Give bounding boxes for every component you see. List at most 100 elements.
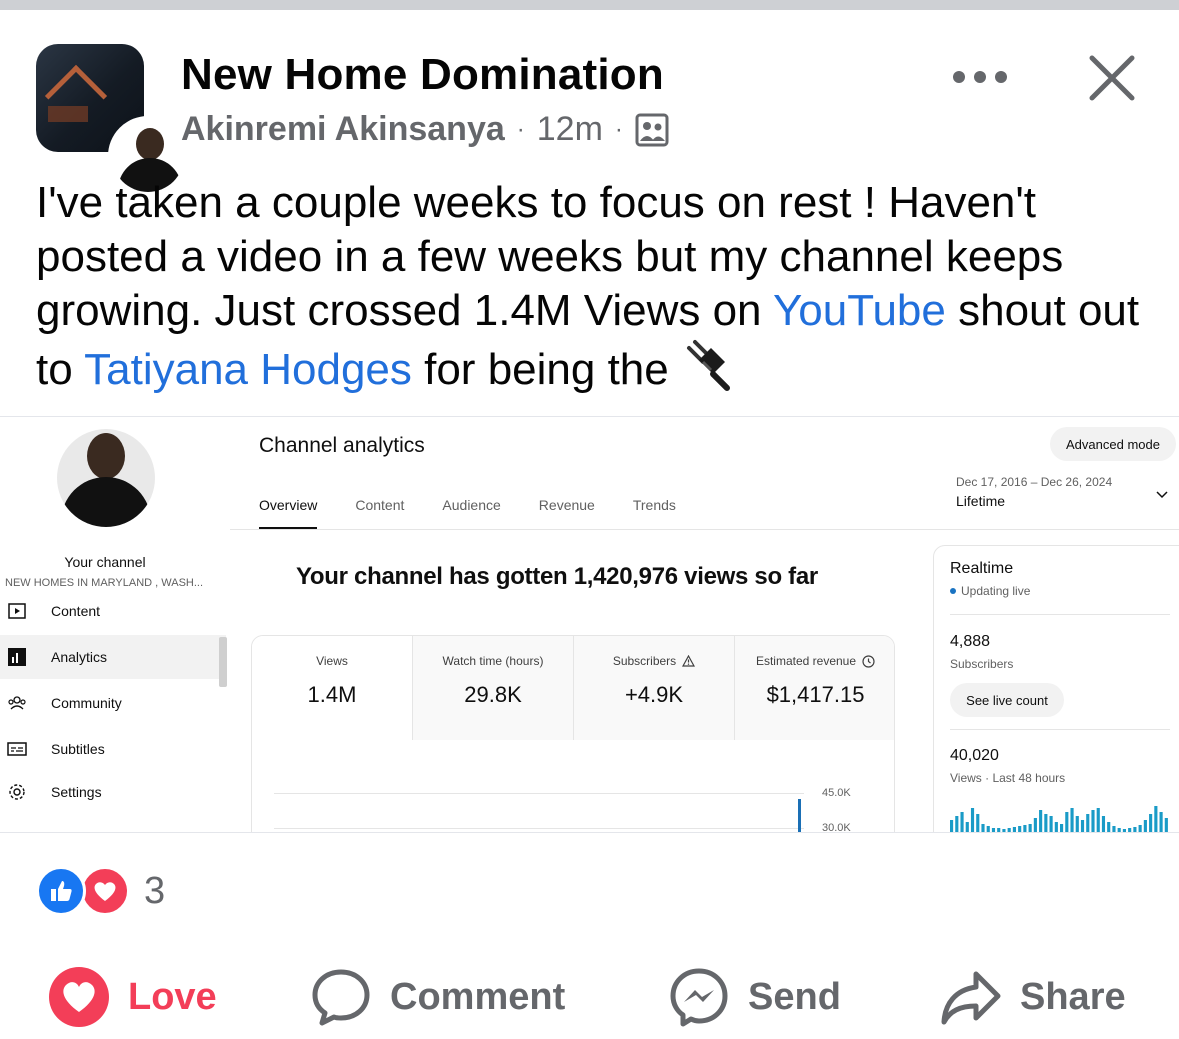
attached-screenshot-image[interactable]: Your channel NEW HOMES IN MARYLAND , WAS… [0,416,1179,833]
sidebar-item-content: Content [0,589,226,633]
realtime-bar [960,812,964,832]
realtime-bar [1070,808,1074,832]
reaction-summary[interactable]: 3 [36,866,165,916]
sidebar-item-label: Analytics [51,649,108,665]
realtime-bar [1012,827,1016,832]
metric-value: +4.9K [624,682,684,707]
realtime-bar [1080,820,1085,832]
live-dot-icon [950,588,956,594]
advanced-mode-button: Advanced mode [1050,427,1176,461]
realtime-bar [1075,816,1079,832]
post-text-part: for being the [411,345,681,394]
realtime-bar [1117,828,1121,832]
content-icon [8,603,26,619]
clock-icon [862,654,875,668]
realtime-bar [950,820,954,832]
chart-axis-label: 30.0K [822,822,851,833]
see-live-count-button: See live count [950,683,1064,717]
gear-icon [9,784,25,800]
realtime-bar [1028,824,1032,832]
realtime-bar [981,824,985,832]
heart-icon [49,967,109,1027]
comment-label: Comment [390,975,566,1018]
realtime-bar [1086,814,1090,832]
comment-button[interactable]: Comment [310,964,565,1030]
author-name-link[interactable]: Akinremi Akinsanya [181,110,505,149]
realtime-bar [1023,825,1027,832]
youtube-link[interactable]: YouTube [773,286,946,335]
metric-value: $1,417.15 [766,682,865,707]
channel-subtitle: NEW HOMES IN MARYLAND , WASH... [5,577,204,589]
post-avatar-group[interactable] [36,44,188,196]
realtime-divider [950,614,1170,615]
realtime-views-bar-chart [950,806,1168,832]
post-timestamp[interactable]: 12m [537,110,603,149]
realtime-views-label: Views · Last 48 hours [950,771,1066,785]
tagged-person-link[interactable]: Tatiyana Hodges [84,345,412,394]
reaction-count: 3 [144,869,166,912]
metric-subscribers: Subscribers +4.9K [574,636,735,740]
sidebar-item-label: Content [51,603,101,619]
realtime-bar [1133,827,1137,832]
realtime-title: Realtime [950,560,1014,577]
post-meta: Akinremi Akinsanya · 12m · [181,110,669,149]
analytics-icon [8,648,26,666]
sidebar-item-subtitles: Subtitles [0,727,226,771]
metric-value: 29.8K [464,682,522,707]
page-name-link[interactable]: New Home Domination [181,50,664,100]
post-body: I've taken a couple weeks to focus on re… [36,176,1146,397]
chart-gridline [274,828,804,829]
realtime-bar [970,808,975,832]
group-audience-icon[interactable] [635,113,669,147]
meta-separator: · [516,115,525,143]
meta-separator: · [614,115,623,143]
realtime-bar [991,828,996,832]
realtime-bar [965,822,969,832]
realtime-bar [1159,812,1163,832]
tab-content: Content [355,497,405,513]
your-channel-label: Your channel [64,554,146,570]
realtime-bar [955,816,959,832]
sidebar-item-analytics: Analytics [0,635,226,679]
love-reaction-icon [80,866,130,916]
metric-views: Views 1.4M [252,636,413,740]
realtime-bar [1039,810,1043,832]
love-label: Love [128,975,217,1018]
metric-label: Views [316,654,348,668]
share-button[interactable]: Share [940,964,1126,1030]
sidebar-item-label: Community [51,695,122,711]
comment-bubble-icon [312,969,370,1026]
realtime-bar [1128,828,1132,832]
metric-watch-time: Watch time (hours) 29.8K [413,636,574,740]
realtime-bar [1060,824,1064,832]
chart-gridline [274,793,804,794]
realtime-bar [1143,820,1147,832]
close-icon[interactable] [1086,52,1138,104]
realtime-bar [1007,828,1011,832]
realtime-bar [1065,812,1069,832]
realtime-status: Updating live [950,584,1030,598]
realtime-status-label: Updating live [961,584,1031,598]
metric-label: Watch time (hours) [442,654,544,668]
more-dots-icon[interactable] [953,60,1007,94]
realtime-bar [1154,806,1158,832]
channel-analytics-title: Channel analytics [259,434,425,457]
realtime-bar [1107,822,1111,832]
sidebar-item-community: Community [0,681,226,725]
tab-overview: Overview [259,497,318,530]
date-range: Dec 17, 2016 – Dec 26, 2024 [956,475,1113,489]
realtime-bar [976,814,980,832]
warning-icon [682,655,696,667]
community-icon [8,696,26,710]
realtime-bar [1122,829,1126,832]
realtime-bar [1112,826,1116,832]
realtime-bar [1018,826,1022,832]
realtime-bar [1138,825,1142,832]
realtime-bar [1033,818,1037,832]
send-button[interactable]: Send [668,964,841,1030]
electric-plug-icon [686,340,730,391]
love-button[interactable]: Love [48,964,217,1030]
realtime-bar [1044,814,1048,832]
realtime-bar [1054,822,1058,832]
tabs-divider [230,529,1179,530]
